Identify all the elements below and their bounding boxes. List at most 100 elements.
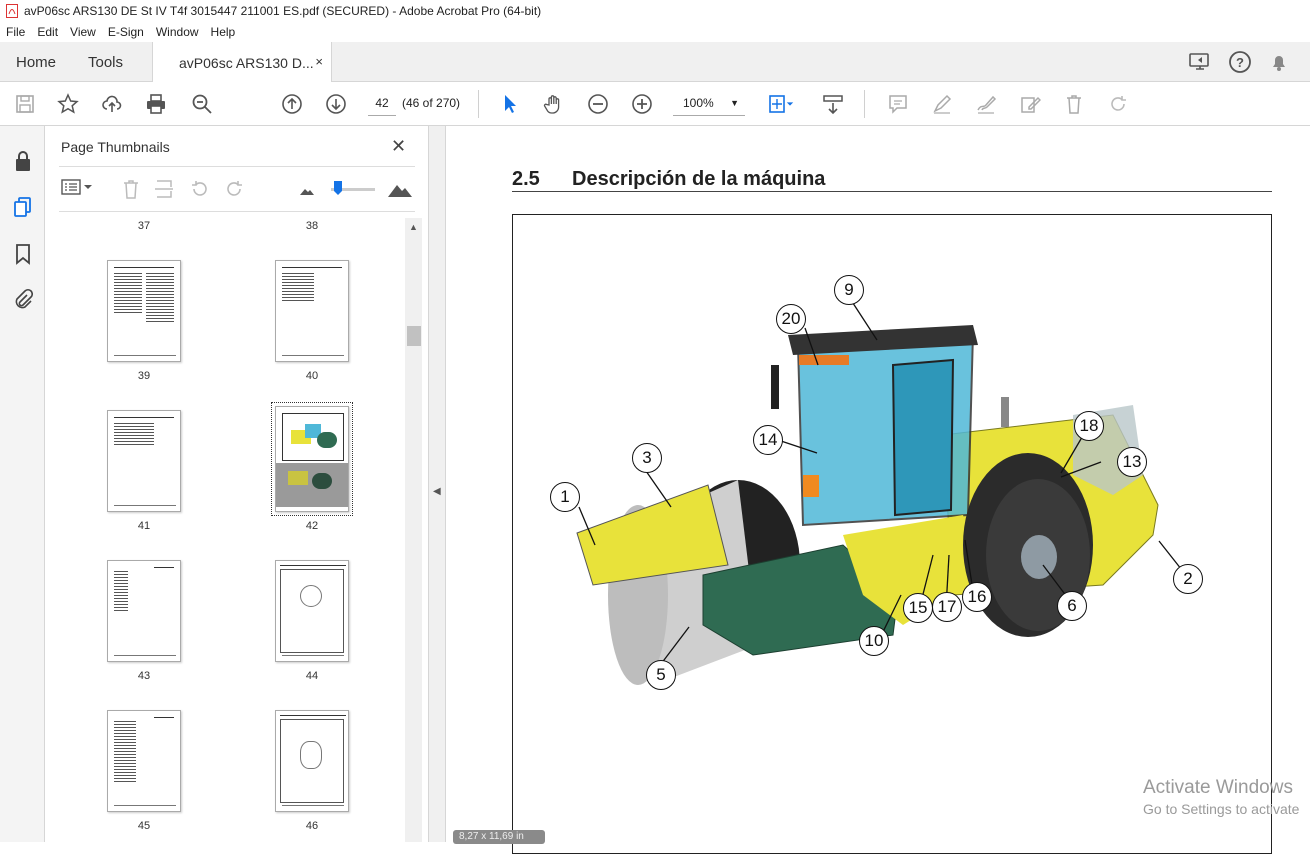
close-tab-icon[interactable]: × [315, 54, 323, 69]
select-cursor-icon[interactable] [497, 91, 523, 117]
sign-pen-icon[interactable] [973, 91, 999, 117]
callout-3: 3 [632, 443, 662, 473]
tab-document[interactable]: avP06sc ARS130 D... × [152, 42, 332, 83]
section-number: 2.5 [512, 168, 540, 190]
menu-file[interactable]: File [0, 25, 31, 39]
rotate-left-icon[interactable] [189, 178, 211, 200]
star-bookmark-icon[interactable] [55, 91, 81, 117]
callout-16: 16 [962, 582, 992, 612]
toolbar-divider [478, 90, 479, 118]
upload-cloud-icon[interactable] [99, 91, 125, 117]
thumbnail-page-number: 45 [137, 820, 151, 832]
top-right-tools: ? [1188, 42, 1310, 82]
page-thumbnail-42-selected[interactable] [271, 402, 353, 516]
page-thumbnail-45[interactable] [107, 710, 181, 812]
section-rule [512, 191, 1272, 192]
zoom-out-search-icon[interactable] [189, 91, 215, 117]
callout-17: 17 [932, 592, 962, 622]
page-thumbnails-panel: Page Thumbnails ✕ 37 38 39 40 41 42 43 4… [45, 126, 429, 842]
page-thumbnails-icon[interactable] [10, 194, 36, 220]
thumbnail-page-number: 41 [137, 520, 151, 532]
tab-home[interactable]: Home [16, 42, 56, 82]
panel-title: Page Thumbnails [61, 139, 170, 155]
thumbnail-options-menu[interactable] [61, 178, 93, 196]
fit-page-dropdown-icon[interactable] [784, 91, 796, 117]
page-number-input[interactable]: 42 [368, 90, 396, 116]
redo-icon[interactable] [1105, 91, 1131, 117]
delete-pages-icon[interactable] [121, 178, 141, 200]
large-thumbnail-mountain-icon[interactable] [387, 180, 413, 198]
thumbnail-scrollbar[interactable] [405, 218, 422, 842]
security-lock-icon[interactable] [10, 148, 36, 174]
thumbnail-page-number: 40 [305, 370, 319, 382]
notifications-bell-icon[interactable] [1268, 51, 1290, 73]
tab-tools[interactable]: Tools [88, 42, 123, 82]
small-thumbnail-mountain-icon[interactable] [299, 184, 315, 196]
scroll-up-arrow-icon[interactable]: ▲ [409, 222, 418, 232]
menu-view[interactable]: View [64, 25, 102, 39]
zoom-out-icon[interactable] [585, 91, 611, 117]
previous-page-icon[interactable] [279, 91, 305, 117]
acrobat-pdf-icon [6, 4, 18, 18]
close-panel-icon[interactable]: ✕ [391, 136, 406, 157]
extract-pages-icon[interactable] [153, 178, 175, 200]
menu-help[interactable]: Help [205, 25, 242, 39]
zoom-in-icon[interactable] [629, 91, 655, 117]
save-icon[interactable] [12, 91, 38, 117]
share-screen-icon[interactable] [1188, 51, 1212, 73]
scroll-mode-icon[interactable] [820, 91, 846, 117]
page-thumbnail-44[interactable] [275, 560, 349, 662]
attachment-paperclip-icon[interactable] [10, 286, 36, 312]
section-title: Descripción de la máquina [572, 168, 826, 190]
thumbnail-figure [282, 413, 344, 461]
thumbnail-page-number: 37 [137, 220, 151, 232]
help-icon[interactable]: ? [1228, 50, 1252, 74]
tab-bar: Home Tools avP06sc ARS130 D... × ? [0, 42, 1310, 83]
menu-window[interactable]: Window [150, 25, 205, 39]
print-icon[interactable] [143, 91, 169, 117]
options-list-icon [61, 179, 81, 195]
thumbnail-list: 37 38 39 40 41 42 43 44 45 46 [45, 212, 405, 842]
thumbnail-page-number: 42 [305, 520, 319, 532]
toolbar-divider [864, 90, 865, 118]
activate-windows-subtitle: Go to Settings to activate [1143, 801, 1300, 817]
zoom-level-select[interactable]: 100% ▼ [673, 90, 745, 116]
thumbnail-page-number: 43 [137, 670, 151, 682]
bookmark-icon[interactable] [10, 241, 36, 267]
comment-icon[interactable] [885, 91, 911, 117]
zoom-level-value: 100% [683, 96, 714, 110]
callout-14: 14 [753, 425, 783, 455]
rotate-right-icon[interactable] [223, 178, 245, 200]
page-thumbnail-41[interactable] [107, 410, 181, 512]
callout-5: 5 [646, 660, 676, 690]
thumbnail-page-number: 44 [305, 670, 319, 682]
left-navigation-rail [0, 126, 45, 842]
window-title: avP06sc ARS130 DE St IV T4f 3015447 2110… [24, 4, 542, 18]
callout-13: 13 [1117, 447, 1147, 477]
menu-edit[interactable]: Edit [31, 25, 64, 39]
callout-20: 20 [776, 304, 806, 334]
menu-esign[interactable]: E-Sign [102, 25, 150, 39]
callout-1: 1 [550, 482, 580, 512]
page-thumbnail-43[interactable] [107, 560, 181, 662]
title-bar: avP06sc ARS130 DE St IV T4f 3015447 2110… [0, 0, 1310, 22]
svg-text:?: ? [1236, 55, 1244, 70]
menu-bar: File Edit View E-Sign Window Help [0, 22, 1310, 42]
page-count-label: (46 of 270) [402, 96, 461, 110]
scrollbar-thumb[interactable] [407, 326, 421, 346]
panel-splitter[interactable]: ◀ [429, 126, 446, 842]
page-thumbnail-46[interactable] [275, 710, 349, 812]
roller-compactor-illustration [576, 296, 1190, 685]
highlight-pen-icon[interactable] [929, 91, 955, 117]
page-thumbnail-39[interactable] [107, 260, 181, 362]
document-view[interactable]: 2.5 Descripción de la máquina 1 2 3 5 6 … [446, 126, 1310, 854]
slider-handle[interactable] [333, 180, 343, 196]
page-thumbnail-40[interactable] [275, 260, 349, 362]
thumbnail-page-number: 46 [305, 820, 319, 832]
edit-document-icon[interactable] [1017, 91, 1043, 117]
delete-trash-icon[interactable] [1061, 91, 1087, 117]
next-page-icon[interactable] [323, 91, 349, 117]
hand-pan-icon[interactable] [541, 91, 567, 117]
collapse-panel-arrow-icon[interactable]: ◀ [433, 486, 441, 497]
chevron-down-icon: ▼ [730, 98, 739, 108]
